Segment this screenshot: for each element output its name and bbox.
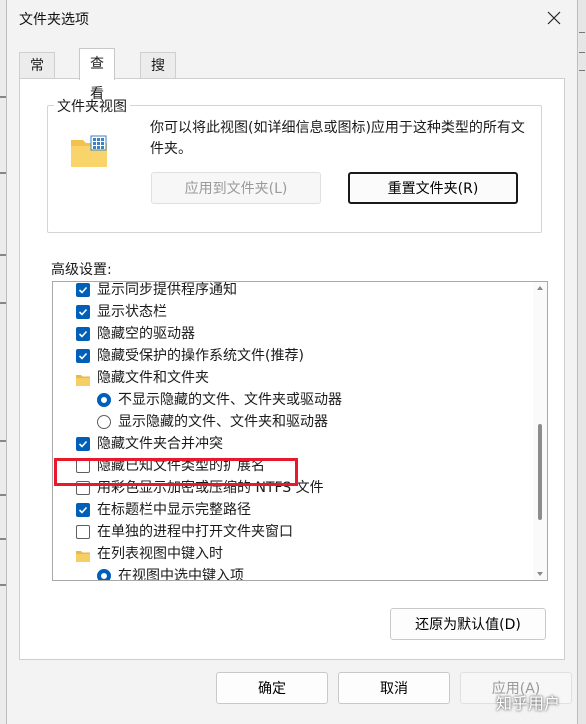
reset-folders-button[interactable]: 重置文件夹(R) — [348, 172, 518, 204]
advanced-setting-item[interactable]: 显示同步提供程序通知 — [53, 282, 531, 301]
advanced-setting-label: 隐藏受保护的操作系统文件(推荐) — [97, 348, 304, 364]
advanced-setting-item[interactable]: 隐藏空的驱动器 — [53, 323, 531, 345]
checkbox-unchecked-icon[interactable] — [76, 525, 90, 539]
close-icon — [547, 11, 561, 25]
tab-search[interactable]: 搜索 — [140, 52, 176, 100]
ok-button[interactable]: 确定 — [216, 672, 328, 704]
advanced-setting-item[interactable]: 隐藏文件夹合并冲突 — [53, 433, 531, 455]
advanced-setting-item[interactable]: 显示状态栏 — [53, 301, 531, 323]
folder-view-description: 你可以将此视图(如详细信息或图标)应用于这种类型的所有文件夹。 — [150, 120, 525, 157]
watermark: 知乎用户 — [496, 694, 561, 713]
cancel-button[interactable]: 取消 — [338, 672, 450, 704]
advanced-setting-label: 在视图中选中键入项 — [118, 568, 244, 581]
advanced-settings-tree[interactable]: 显示同步提供程序通知 显示状态栏隐藏空的驱动器隐藏受保护的操作系统文件(推荐) 隐藏… — [52, 281, 548, 581]
scroll-up-icon[interactable] — [537, 286, 543, 290]
advanced-setting-label: 隐藏文件夹合并冲突 — [97, 436, 223, 452]
checkbox-checked-icon[interactable] — [76, 283, 90, 297]
folder-view-icon — [71, 135, 107, 167]
advanced-setting-label: 隐藏空的驱动器 — [97, 326, 195, 342]
checkbox-checked-icon[interactable] — [76, 437, 90, 451]
advanced-settings-list: 显示同步提供程序通知 显示状态栏隐藏空的驱动器隐藏受保护的操作系统文件(推荐) 隐藏… — [53, 282, 531, 581]
tab-view[interactable]: 查看 — [79, 48, 115, 102]
window-title: 文件夹选项 — [19, 12, 89, 28]
checkbox-unchecked-icon[interactable] — [76, 459, 90, 473]
advanced-settings-label: 高级设置: — [51, 262, 112, 278]
tab-general[interactable]: 常规 — [19, 52, 55, 100]
advanced-setting-label: 在列表视图中键入时 — [97, 546, 223, 562]
title-bar: 文件夹选项 — [7, 0, 577, 36]
advanced-setting-item[interactable]: 在视图中选中键入项 — [53, 565, 531, 581]
advanced-setting-label: 显示状态栏 — [97, 304, 167, 320]
advanced-setting-label: 显示同步提供程序通知 — [97, 282, 237, 298]
scrollbar-thumb[interactable] — [538, 424, 542, 520]
advanced-setting-label: 隐藏文件和文件夹 — [97, 370, 209, 386]
folder-icon — [76, 547, 90, 562]
checkbox-checked-icon[interactable] — [76, 349, 90, 363]
checkbox-checked-icon[interactable] — [76, 503, 90, 517]
advanced-setting-label: 不显示隐藏的文件、文件夹或驱动器 — [118, 392, 342, 408]
scroll-down-icon[interactable] — [537, 572, 543, 576]
checkbox-checked-icon[interactable] — [76, 327, 90, 341]
advanced-setting-item: 在列表视图中键入时 — [53, 543, 531, 565]
restore-defaults-button[interactable]: 还原为默认值(D) — [390, 608, 546, 640]
advanced-setting-item[interactable]: 在标题栏中显示完整路径 — [53, 499, 531, 521]
folder-view-group: 文件夹视图 你可以将此视图(如详细信息或图标)应用于这种类型的所有文件夹。 应用… — [47, 96, 542, 233]
advanced-setting-item[interactable]: 用彩色显示加密或压缩的 NTFS 文件 — [53, 477, 531, 499]
advanced-setting-label: 在标题栏中显示完整路径 — [97, 502, 251, 518]
view-tab-panel: 文件夹视图 你可以将此视图(如详细信息或图标)应用于这种类型的所有文件夹。 应用… — [19, 78, 565, 660]
vertical-scrollbar[interactable] — [533, 282, 547, 580]
advanced-setting-item[interactable]: 不显示隐藏的文件、文件夹或驱动器 — [53, 389, 531, 411]
advanced-setting-label: 隐藏已知文件类型的扩展名 — [97, 458, 265, 474]
close-button[interactable] — [539, 4, 569, 32]
checkbox-unchecked-icon[interactable] — [76, 481, 90, 495]
radio-unselected-icon[interactable] — [97, 415, 111, 429]
checkbox-checked-icon[interactable] — [76, 305, 90, 319]
folder-options-dialog: 文件夹选项 常规 查看 搜索 文件夹视图 — [6, 0, 578, 724]
radio-selected-icon[interactable] — [97, 569, 111, 580]
advanced-setting-item[interactable]: 在单独的进程中打开文件夹窗口 — [53, 521, 531, 543]
advanced-setting-label: 用彩色显示加密或压缩的 NTFS 文件 — [97, 480, 324, 496]
folder-icon — [76, 371, 90, 386]
apply-to-folders-button[interactable]: 应用到文件夹(L) — [151, 172, 321, 204]
advanced-setting-item: 隐藏文件和文件夹 — [53, 367, 531, 389]
advanced-setting-label: 显示隐藏的文件、文件夹和驱动器 — [118, 414, 328, 430]
advanced-setting-item[interactable]: 隐藏已知文件类型的扩展名 — [53, 455, 531, 477]
radio-selected-icon[interactable] — [97, 393, 111, 407]
advanced-setting-item[interactable]: 隐藏受保护的操作系统文件(推荐) — [53, 345, 531, 367]
advanced-setting-label: 在单独的进程中打开文件夹窗口 — [97, 524, 293, 540]
advanced-setting-item[interactable]: 显示隐藏的文件、文件夹和驱动器 — [53, 411, 531, 433]
